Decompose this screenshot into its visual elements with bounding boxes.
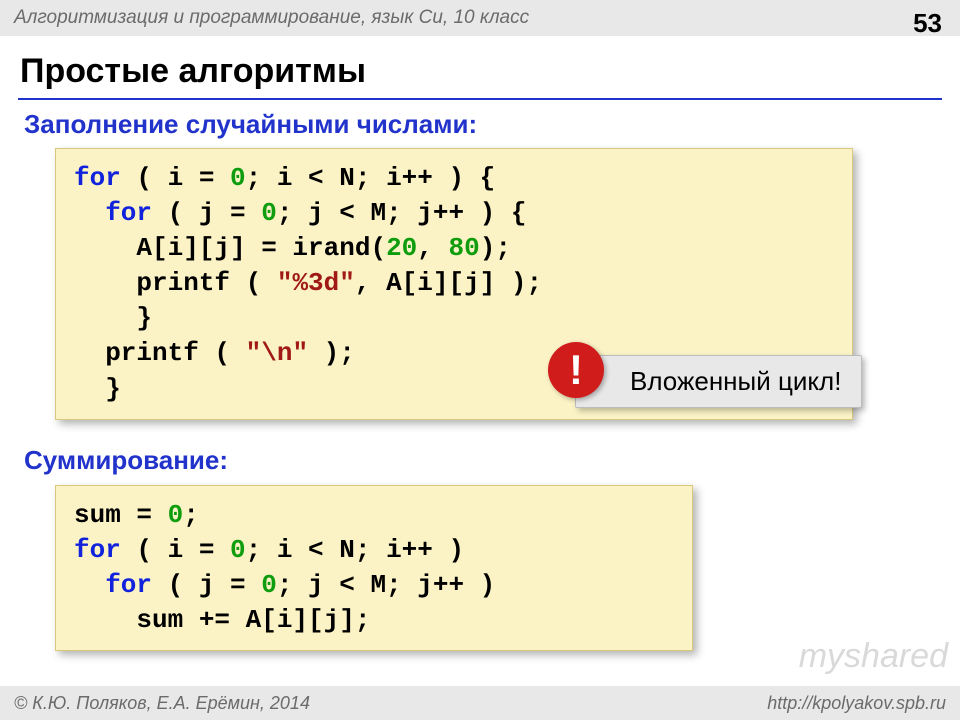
exclamation-icon: ! xyxy=(548,342,604,398)
lit-num: 20 xyxy=(386,233,417,263)
kw-for: for xyxy=(74,535,121,565)
lit-num: 80 xyxy=(449,233,480,263)
page-number: 53 xyxy=(913,5,942,41)
footer-authors: К.Ю. Поляков, Е.А. Ерёмин, 2014 xyxy=(32,693,310,713)
kw-for: for xyxy=(74,163,121,193)
section2-heading: Суммирование: xyxy=(24,445,228,476)
lit-str: "\n" xyxy=(246,338,308,368)
callout: ! Вложенный цикл! xyxy=(575,355,862,408)
watermark: myshared xyxy=(799,637,948,676)
callout-box: ! Вложенный цикл! xyxy=(575,355,862,408)
footer-url: http://kpolyakov.spb.ru xyxy=(767,686,946,720)
kw-for: for xyxy=(74,570,152,600)
slide-title: Простые алгоритмы xyxy=(20,52,366,91)
lit-zero: 0 xyxy=(261,198,277,228)
lit-zero: 0 xyxy=(230,163,246,193)
lit-zero: 0 xyxy=(261,570,277,600)
callout-text: Вложенный цикл! xyxy=(630,366,841,396)
course-label: Алгоритмизация и программирование, язык … xyxy=(14,7,529,28)
kw-for: for xyxy=(74,198,152,228)
lit-zero: 0 xyxy=(230,535,246,565)
title-rule xyxy=(18,98,942,100)
lit-str: "%3d" xyxy=(277,268,355,298)
footer-bar: © К.Ю. Поляков, Е.А. Ерёмин, 2014 http:/… xyxy=(0,686,960,720)
lit-zero: 0 xyxy=(168,500,184,530)
header-bar: Алгоритмизация и программирование, язык … xyxy=(0,0,960,36)
code-block-sum: sum = 0; for ( i = 0; i < N; i++ ) for (… xyxy=(55,485,693,651)
copyright-icon: © xyxy=(14,693,32,713)
section1-heading: Заполнение случайными числами: xyxy=(24,109,477,140)
